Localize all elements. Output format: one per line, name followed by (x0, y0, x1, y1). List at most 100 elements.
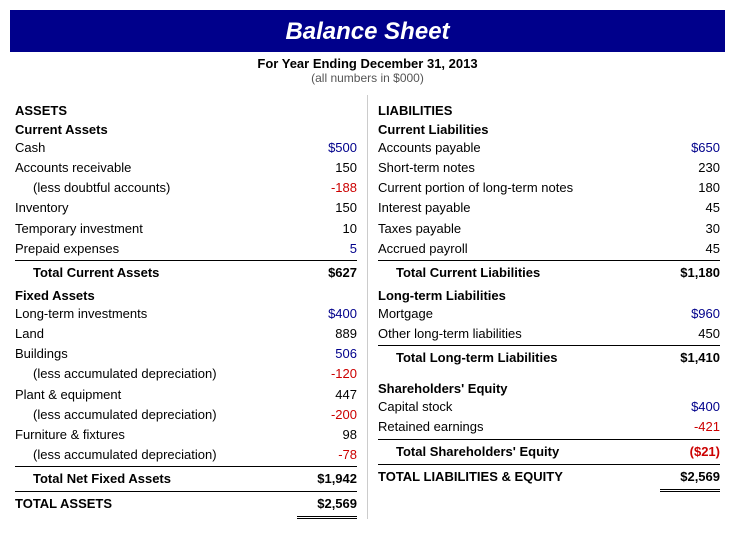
list-item: (less accumulated depreciation) -78 (15, 445, 357, 465)
item-value: 889 (297, 324, 357, 344)
list-item: Other long-term liabilities 450 (378, 324, 720, 344)
item-label: (less accumulated depreciation) (33, 364, 297, 384)
total-liabilities-equity-row: TOTAL LIABILITIES & EQUITY $2,569 (378, 464, 720, 492)
item-value: -200 (297, 405, 357, 425)
item-label: (less accumulated depreciation) (33, 445, 297, 465)
header: Balance Sheet For Year Ending December 3… (0, 10, 735, 85)
list-item: (less doubtful accounts) -188 (15, 178, 357, 198)
item-label: Short-term notes (378, 158, 660, 178)
item-value: 30 (660, 219, 720, 239)
total-value: $627 (297, 262, 357, 284)
list-item: Cash $500 (15, 138, 357, 158)
item-label: Long-term investments (15, 304, 297, 324)
item-label: Accounts receivable (15, 158, 297, 178)
page-title: Balance Sheet (10, 18, 725, 46)
item-label: Inventory (15, 198, 297, 218)
item-label: Accounts payable (378, 138, 660, 158)
list-item: (less accumulated depreciation) -200 (15, 405, 357, 425)
item-label: Plant & equipment (15, 385, 297, 405)
item-label: Other long-term liabilities (378, 324, 660, 344)
column-divider (367, 95, 368, 519)
list-item: Land 889 (15, 324, 357, 344)
item-value: 150 (297, 158, 357, 178)
item-value: 180 (660, 178, 720, 198)
list-item: Inventory 150 (15, 198, 357, 218)
assets-section-title: ASSETS (15, 103, 357, 118)
current-assets-title: Current Assets (15, 122, 357, 137)
total-value: $1,410 (660, 347, 720, 369)
liabilities-section-title: LIABILITIES (378, 103, 720, 118)
item-label: Mortgage (378, 304, 660, 324)
item-value: 450 (660, 324, 720, 344)
list-item: Buildings 506 (15, 344, 357, 364)
item-label: Buildings (15, 344, 297, 364)
list-item: Temporary investment 10 (15, 219, 357, 239)
total-label: Total Current Liabilities (378, 262, 660, 284)
total-assets-label: TOTAL ASSETS (15, 493, 297, 519)
item-value: 45 (660, 239, 720, 259)
item-label: Current portion of long-term notes (378, 178, 660, 198)
item-value: 5 (297, 239, 357, 259)
list-item: Furniture & fixtures 98 (15, 425, 357, 445)
list-item: Interest payable 45 (378, 198, 720, 218)
item-value: 506 (297, 344, 357, 364)
equity-title: Shareholders' Equity (378, 381, 720, 396)
list-item: Long-term investments $400 (15, 304, 357, 324)
current-liabilities-title: Current Liabilities (378, 122, 720, 137)
item-label: Taxes payable (378, 219, 660, 239)
item-label: Retained earnings (378, 417, 660, 437)
total-value: $1,180 (660, 262, 720, 284)
item-label: Temporary investment (15, 219, 297, 239)
total-value: $1,942 (297, 468, 357, 490)
item-value: $400 (660, 397, 720, 417)
subtitle: For Year Ending December 31, 2013 (0, 56, 735, 71)
item-value: $400 (297, 304, 357, 324)
item-value: 10 (297, 219, 357, 239)
total-label: Total Current Assets (15, 262, 297, 284)
total-label: Total Net Fixed Assets (15, 468, 297, 490)
item-value: -188 (297, 178, 357, 198)
list-item: Accounts payable $650 (378, 138, 720, 158)
item-label: (less doubtful accounts) (33, 178, 297, 198)
item-label: Prepaid expenses (15, 239, 297, 259)
item-label: Capital stock (378, 397, 660, 417)
item-value: 447 (297, 385, 357, 405)
item-value: $650 (660, 138, 720, 158)
list-item: Accounts receivable 150 (15, 158, 357, 178)
item-value: 98 (297, 425, 357, 445)
liabilities-column: LIABILITIES Current Liabilities Accounts… (373, 95, 725, 519)
total-current-liabilities-row: Total Current Liabilities $1,180 (378, 260, 720, 284)
item-value: 230 (660, 158, 720, 178)
total-label: Total Long-term Liabilities (378, 347, 660, 369)
total-assets-value: $2,569 (297, 493, 357, 519)
item-label: Cash (15, 138, 297, 158)
list-item: Accrued payroll 45 (378, 239, 720, 259)
item-value: -120 (297, 364, 357, 384)
spacer (378, 369, 720, 377)
item-label: (less accumulated depreciation) (33, 405, 297, 425)
list-item: (less accumulated depreciation) -120 (15, 364, 357, 384)
assets-column: ASSETS Current Assets Cash $500 Accounts… (10, 95, 362, 519)
list-item: Mortgage $960 (378, 304, 720, 324)
list-item: Prepaid expenses 5 (15, 239, 357, 259)
list-item: Current portion of long-term notes 180 (378, 178, 720, 198)
long-term-liabilities-title: Long-term Liabilities (378, 288, 720, 303)
item-label: Furniture & fixtures (15, 425, 297, 445)
item-value: 150 (297, 198, 357, 218)
total-value: ($21) (660, 441, 720, 463)
total-longterm-liabilities-row: Total Long-term Liabilities $1,410 (378, 345, 720, 369)
item-label: Land (15, 324, 297, 344)
item-value: 45 (660, 198, 720, 218)
item-value: -421 (660, 417, 720, 437)
subtitle2: (all numbers in $000) (0, 71, 735, 85)
list-item: Retained earnings -421 (378, 417, 720, 437)
list-item: Plant & equipment 447 (15, 385, 357, 405)
list-item: Capital stock $400 (378, 397, 720, 417)
item-label: Interest payable (378, 198, 660, 218)
item-value: $500 (297, 138, 357, 158)
item-value: -78 (297, 445, 357, 465)
main-content: ASSETS Current Assets Cash $500 Accounts… (0, 95, 735, 519)
list-item: Short-term notes 230 (378, 158, 720, 178)
total-label: Total Shareholders' Equity (378, 441, 660, 463)
total-current-assets-row: Total Current Assets $627 (15, 260, 357, 284)
